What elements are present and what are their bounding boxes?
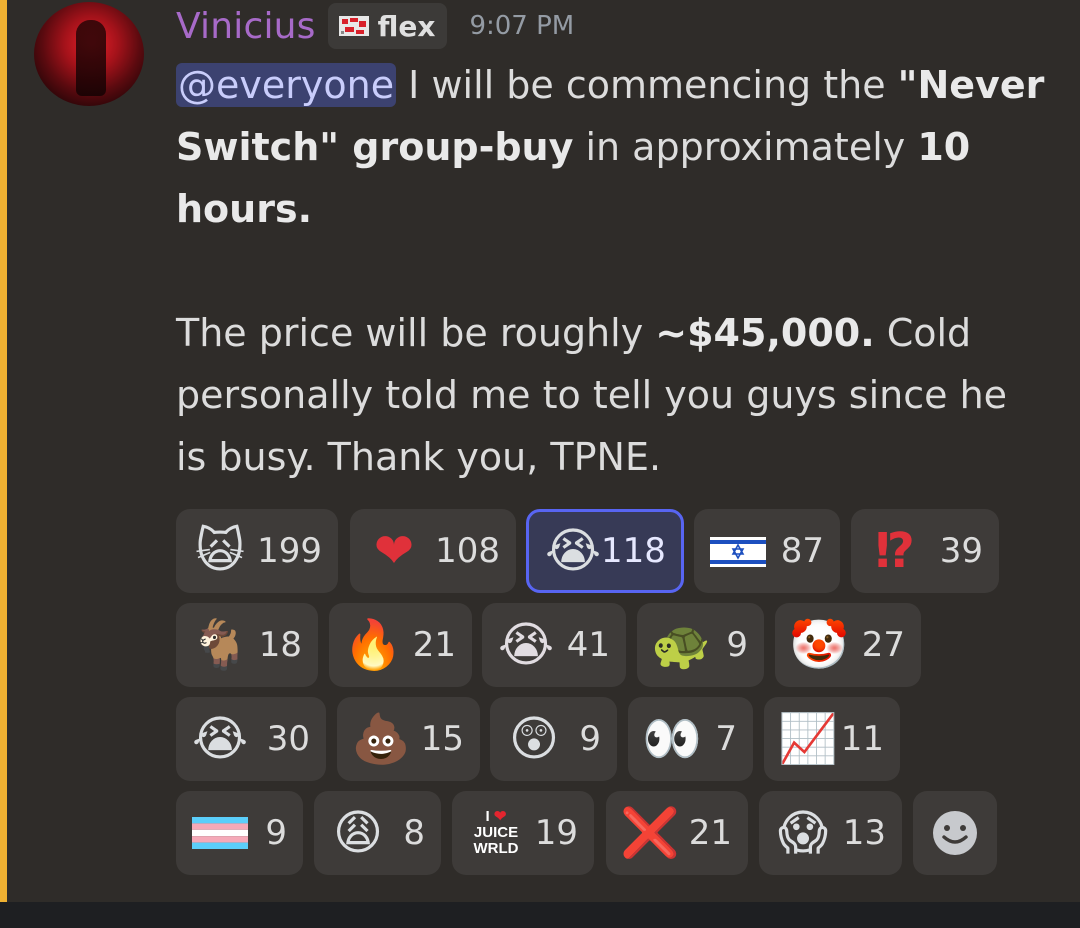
reaction-turtle[interactable]: 🐢 9 (637, 603, 764, 687)
message-text: The price will be roughly (176, 311, 656, 355)
turtle-icon: 🐢 (651, 617, 711, 673)
reaction-cross-mark[interactable]: ❌ 21 (606, 791, 748, 875)
reaction-flag-israel[interactable]: 87 (694, 509, 840, 593)
reaction-count: 9 (265, 813, 287, 853)
message-paragraph-2: The price will be roughly ~$45,000. Cold… (176, 302, 1046, 488)
flag-israel-icon (710, 537, 766, 567)
weary-face-icon: 😩 (332, 805, 384, 861)
reaction-crying-face[interactable]: 😭 30 (176, 697, 326, 781)
reaction-red-heart[interactable]: ❤ 108 (350, 509, 516, 593)
message-paragraph-1: @everyone I will be commencing the "Neve… (176, 54, 1046, 240)
avatar[interactable] (34, 2, 144, 106)
reaction-scream-cat[interactable]: 🙀 199 (176, 509, 338, 593)
clown-face-icon: 🤡 (789, 617, 849, 673)
interrobang-icon: ⁉ (875, 523, 915, 579)
message-content: @everyone I will be commencing the "Neve… (176, 54, 1046, 488)
timestamp[interactable]: 9:07 PM (469, 11, 574, 41)
screaming-icon: 😱 (777, 805, 829, 861)
reaction-goat[interactable]: 🐐 18 (176, 603, 318, 687)
reaction-count: 18 (258, 625, 302, 665)
shocked-face-icon: 😲 (508, 711, 560, 767)
crying-face-icon: 😭 (191, 711, 249, 767)
reaction-count: 39 (939, 531, 983, 571)
reaction-count: 7 (715, 719, 737, 759)
message-text: I will be commencing the (396, 63, 898, 107)
reaction-chart-increasing[interactable]: 📈 11 (764, 697, 900, 781)
cross-mark-icon: ❌ (620, 805, 680, 861)
message-bold-text: ~$45,000. (655, 311, 875, 355)
reaction-count: 9 (726, 625, 748, 665)
mention-everyone[interactable]: @everyone (176, 63, 397, 107)
reaction-count: 87 (780, 531, 824, 571)
reaction-count: 11 (840, 719, 884, 759)
reaction-count: 9 (579, 719, 601, 759)
role-tag[interactable]: flex (327, 3, 448, 49)
eyes-icon: 👀 (642, 711, 702, 767)
role-tag-label: flex (377, 9, 436, 43)
reaction-weary-face[interactable]: 😩 8 (314, 791, 441, 875)
mention-highlight-bar (0, 0, 7, 902)
reaction-pile-of-poo[interactable]: 💩 15 (337, 697, 480, 781)
reaction-count: 19 (534, 813, 578, 853)
reaction-juice-wrld[interactable]: I ❤ JUICE WRLD 19 (452, 791, 594, 875)
juice-wrld-icon: I ❤ JUICE WRLD (473, 808, 519, 857)
role-tag-icon (338, 16, 369, 36)
reaction-count: 15 (420, 719, 464, 759)
reaction-transgender-flag[interactable]: 9 (176, 791, 303, 875)
reaction-interrobang[interactable]: ⁉ 39 (851, 509, 999, 593)
reaction-eyes[interactable]: 👀 7 (628, 697, 753, 781)
reaction-count: 21 (412, 625, 456, 665)
reaction-count: 27 (861, 625, 905, 665)
red-heart-icon: ❤ (373, 523, 415, 579)
reaction-count: 13 (842, 813, 886, 853)
reaction-screaming[interactable]: 😱 13 (759, 791, 902, 875)
reaction-green-crying-face[interactable]: 😭 41 (482, 603, 626, 687)
pile-of-poo-icon: 💩 (351, 711, 411, 767)
avatar-figure (76, 20, 106, 96)
reaction-count: 108 (435, 531, 500, 571)
username[interactable]: Vinicius (176, 6, 316, 47)
goat-icon: 🐐 (190, 617, 250, 673)
scream-cat-icon: 🙀 (194, 523, 246, 579)
green-crying-face-icon: 😭 (497, 617, 555, 673)
loudly-crying-face-icon: 😭 (544, 523, 602, 579)
reaction-loudly-crying-face[interactable]: 😭 118 (526, 509, 684, 593)
message-header: Vinicius flex 9:07 PM (176, 2, 574, 50)
message-text: in approximately (573, 125, 918, 169)
reaction-fire[interactable]: 🔥 21 (329, 603, 472, 687)
reaction-count: 30 (266, 719, 310, 759)
reaction-clown-face[interactable]: 🤡 27 (775, 603, 921, 687)
chart-increasing-icon: 📈 (778, 711, 838, 767)
reaction-count: 21 (688, 813, 732, 853)
fire-icon: 🔥 (343, 617, 403, 673)
smiley-icon (933, 811, 977, 855)
reaction-count: 8 (403, 813, 425, 853)
transgender-flag-icon (192, 817, 248, 849)
add-reaction-button[interactable] (913, 791, 997, 875)
bottom-bar (0, 902, 1080, 928)
reaction-count: 199 (257, 531, 322, 571)
reaction-count: 41 (566, 625, 610, 665)
reaction-shocked-face[interactable]: 😲 9 (490, 697, 617, 781)
reaction-count: 118 (601, 531, 666, 571)
